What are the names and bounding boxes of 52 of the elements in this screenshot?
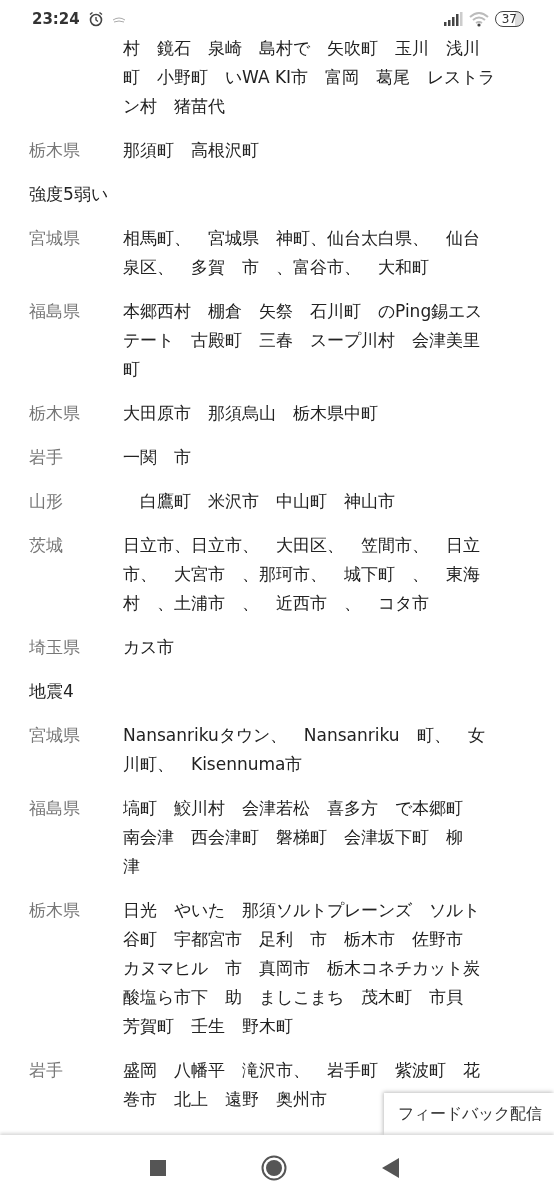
wifi-icon	[468, 11, 489, 27]
place-line: ン村 猪苗代	[123, 95, 225, 118]
prefecture-label: 栃木県	[29, 899, 81, 922]
prefecture-label: 栃木県	[29, 402, 81, 425]
place-line: 相馬町、 宮城県 神町、仙台太白県、 仙台	[123, 227, 480, 250]
place-line: 芳賀町 壬生 野木町	[123, 1015, 293, 1038]
back-icon[interactable]	[381, 1157, 399, 1178]
prefecture-label: 茨城	[29, 534, 64, 557]
place-line: 市、 大宮市 、那珂市、 城下町 、 東海	[123, 563, 480, 586]
place-line: 大田原市 那須烏山 栃木県中町	[123, 402, 378, 425]
battery-icon: 37	[494, 11, 524, 27]
place-line: 津	[123, 855, 140, 878]
place-line: 巻市 北上 遠野 奥州市	[123, 1088, 327, 1111]
place-line: 盛岡 八幡平 滝沢市、 岩手町 紫波町 花	[123, 1059, 480, 1082]
place-line: 日立市、日立市、 大田区、 笠間市、 日立	[123, 534, 480, 557]
prefecture-label: 宮城県	[29, 227, 81, 250]
notification-icon	[111, 15, 126, 23]
place-line: 町	[123, 358, 140, 381]
prefecture-label: 岩手	[29, 1059, 64, 1082]
prefecture-label: 山形	[29, 490, 64, 513]
place-line: 塙町 鮫川村 会津若松 喜多方 で本郷町	[123, 797, 463, 820]
clock-time: 23:24	[32, 10, 80, 28]
place-line: 村 、土浦市 、 近西市 、 コタ市	[123, 592, 429, 615]
place-line: 川町、 Kisennuma市	[123, 753, 303, 776]
place-line: テート 古殿町 三春 スープ川村 会津美里	[123, 329, 480, 352]
place-line: 白鷹町 米沢市 中山町 神山市	[139, 490, 395, 513]
place-line: カス市	[123, 636, 174, 659]
section-heading: 地震4	[29, 680, 75, 703]
prefecture-label: 栃木県	[29, 139, 81, 162]
place-line: 日光 やいた 那須ソルトプレーンズ ソルト	[123, 899, 480, 922]
signal-icon	[442, 12, 463, 26]
place-line: 村 鏡石 泉崎 島村で 矢吹町 玉川 浅川	[123, 37, 480, 60]
place-line: 南会津 西会津町 磐梯町 会津坂下町 柳	[123, 826, 463, 849]
alarm-clock-icon	[87, 11, 104, 27]
prefecture-label: 福島県	[29, 797, 81, 820]
feedback-button[interactable]: フィードバック配信	[384, 1093, 554, 1135]
place-line: 町 小野町 いWA KI市 富岡 葛尾 レストラ	[123, 66, 496, 89]
place-line: 酸塩ら市下 助 ましこまち 茂木町 市貝	[123, 986, 463, 1009]
section-heading: 強度5弱い	[29, 183, 109, 206]
place-line: 泉区、 多賀 市 、富谷市、 大和町	[123, 256, 429, 279]
place-line: 一関 市	[123, 446, 191, 469]
recent-apps-icon[interactable]	[149, 1159, 166, 1176]
place-line: 谷町 宇都宮市 足利 市 栃木市 佐野市	[123, 928, 463, 951]
place-line: カヌマヒル 市 真岡市 栃木コネチカット炭	[123, 957, 480, 980]
prefecture-label: 福島県	[29, 300, 81, 323]
place-line: 那須町 高根沢町	[123, 139, 259, 162]
home-icon[interactable]	[260, 1154, 287, 1181]
prefecture-label: 埼玉県	[29, 636, 81, 659]
place-line: 本郷西村 棚倉 矢祭 石川町 のPing錫エス	[123, 300, 483, 323]
prefecture-label: 宮城県	[29, 724, 81, 747]
prefecture-label: 岩手	[29, 446, 64, 469]
place-line: Nansanrikuタウン、 Nansanriku 町、 女	[123, 724, 485, 747]
